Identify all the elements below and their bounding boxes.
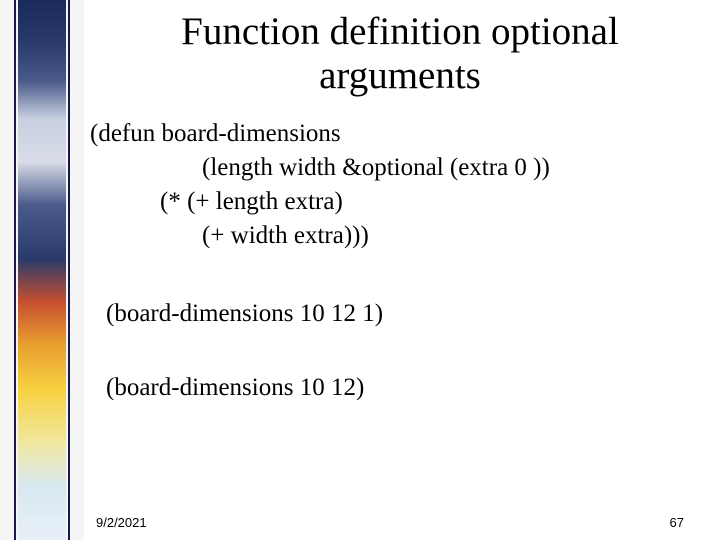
code-line-2: (length width &optional (extra 0 ))	[202, 151, 710, 185]
footer-page-number: 67	[670, 515, 684, 530]
code-line-4: (+ width extra)))	[202, 219, 710, 253]
sidebar-decoration	[0, 0, 84, 540]
code-line-3: (* (+ length extra)	[160, 185, 710, 219]
call-example-2: (board-dimensions 10 12)	[106, 371, 710, 405]
sidebar-line-right	[68, 0, 70, 540]
code-line-1: (defun board-dimensions	[90, 117, 710, 151]
footer-date: 9/2/2021	[96, 515, 147, 530]
content-area: Function definition optional arguments (…	[90, 0, 710, 540]
call-example-1: (board-dimensions 10 12 1)	[106, 297, 710, 331]
slide-body: (defun board-dimensions (length width &o…	[90, 117, 710, 405]
sidebar-line-left	[14, 0, 16, 540]
slide-title: Function definition optional arguments	[90, 10, 710, 97]
sidebar-gradient-band	[18, 0, 66, 540]
